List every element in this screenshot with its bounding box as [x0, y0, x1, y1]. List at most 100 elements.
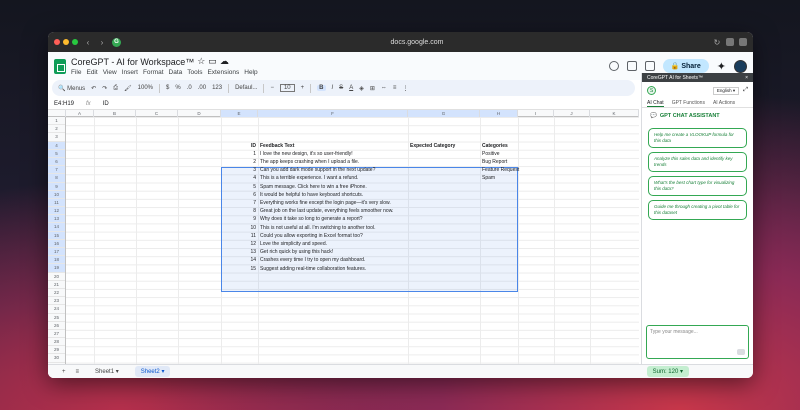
- id-cell[interactable]: 14: [220, 256, 256, 264]
- decrease-decimal-button[interactable]: .0: [187, 85, 192, 91]
- row-header[interactable]: 30: [48, 354, 65, 363]
- currency-button[interactable]: $: [166, 85, 169, 91]
- category-cell[interactable]: Spam: [482, 174, 526, 182]
- fill-color-icon[interactable]: ◈: [359, 85, 364, 92]
- menu-view[interactable]: View: [103, 69, 117, 76]
- row-header[interactable]: 8: [48, 174, 65, 183]
- row-header[interactable]: 7: [48, 166, 65, 175]
- feedback-cell[interactable]: Can you add dark mode support in the nex…: [260, 166, 406, 174]
- expand-icon[interactable]: ⤢: [743, 87, 748, 94]
- row-header[interactable]: 15: [48, 231, 65, 240]
- paint-format-icon[interactable]: 🖌: [124, 85, 132, 92]
- id-cell[interactable]: 13: [220, 248, 256, 256]
- formula-input[interactable]: ID: [103, 101, 109, 107]
- zoom-select[interactable]: 100%: [138, 85, 153, 91]
- menu-help[interactable]: Help: [244, 69, 257, 76]
- menu-extensions[interactable]: Extensions: [207, 69, 239, 76]
- feedback-cell[interactable]: The app keeps crashing when I upload a f…: [260, 158, 406, 166]
- undo-icon[interactable]: ↶: [91, 85, 96, 92]
- maximize-window-button[interactable]: [72, 39, 78, 45]
- row-header[interactable]: 16: [48, 239, 65, 248]
- tab-sheet2[interactable]: Sheet2 ▾: [134, 366, 171, 377]
- font-size-increase[interactable]: +: [301, 85, 305, 91]
- suggestion-sales-trends[interactable]: Analyze this sales data and identify key…: [648, 152, 747, 172]
- number-format-button[interactable]: 123: [212, 85, 222, 91]
- row-header[interactable]: 28: [48, 338, 65, 347]
- row-header[interactable]: 14: [48, 223, 65, 232]
- category-cell[interactable]: Positive: [482, 150, 526, 158]
- column-header-k[interactable]: K: [590, 110, 639, 117]
- avatar[interactable]: [734, 59, 747, 73]
- feedback-cell[interactable]: This is a terrible experience. I want a …: [260, 174, 406, 182]
- feedback-cell[interactable]: Suggest adding real-time collaboration f…: [260, 265, 406, 273]
- suggestion-chart-type[interactable]: What's the best chart type for visualizi…: [648, 176, 747, 196]
- row-header[interactable]: 21: [48, 281, 65, 289]
- row-header[interactable]: 17: [48, 248, 65, 257]
- id-cell[interactable]: 11: [220, 232, 256, 240]
- increase-decimal-button[interactable]: .00: [198, 85, 206, 91]
- font-size-input[interactable]: 10: [279, 84, 295, 92]
- more-icon[interactable]: ⋮: [402, 85, 408, 92]
- language-select[interactable]: English ▾: [712, 86, 740, 95]
- borders-icon[interactable]: ⊞: [370, 85, 375, 92]
- feedback-cell[interactable]: Great job on the last update, everything…: [260, 207, 406, 215]
- tab-ai-actions[interactable]: AI Actions: [713, 100, 735, 106]
- id-cell[interactable]: 4: [220, 174, 256, 182]
- id-cell[interactable]: 12: [220, 240, 256, 248]
- row-header[interactable]: 9: [48, 182, 65, 191]
- url-bar[interactable]: docs.google.com: [127, 39, 707, 46]
- sheets-logo-icon[interactable]: [54, 58, 66, 74]
- feedback-cell[interactable]: I love the new design, it's so user-frie…: [260, 150, 406, 158]
- percent-button[interactable]: %: [175, 85, 180, 91]
- align-icon[interactable]: ≡: [393, 85, 397, 91]
- row-header[interactable]: 26: [48, 322, 65, 330]
- row-header[interactable]: 11: [48, 198, 65, 208]
- category-cell[interactable]: Feature Request: [482, 166, 526, 174]
- row-header[interactable]: 19: [48, 264, 65, 273]
- share-button[interactable]: 🔒 Share: [662, 59, 709, 73]
- header-expected-category[interactable]: Expected Category: [410, 142, 480, 150]
- menu-insert[interactable]: Insert: [122, 69, 138, 76]
- feedback-cell[interactable]: Could you allow exporting in Excel forma…: [260, 232, 406, 240]
- column-header-f[interactable]: F: [258, 110, 408, 117]
- feedback-cell[interactable]: Get rich quick by using this hack!: [260, 248, 406, 256]
- column-header-c[interactable]: C: [136, 110, 178, 117]
- row-header[interactable]: 29: [48, 346, 65, 355]
- row-header[interactable]: 20: [48, 273, 65, 281]
- back-icon[interactable]: ‹: [84, 38, 92, 47]
- star-icon[interactable]: ☆: [197, 56, 205, 67]
- row-header[interactable]: 22: [48, 289, 65, 298]
- sum-badge[interactable]: Sum: 120 ▾: [646, 366, 689, 377]
- row-header[interactable]: 25: [48, 314, 65, 322]
- text-color-button[interactable]: A: [349, 85, 353, 91]
- feedback-cell[interactable]: This is not useful at all. I'm switching…: [260, 224, 406, 232]
- row-header[interactable]: 4: [48, 141, 65, 150]
- name-box[interactable]: E4:H19: [54, 101, 74, 107]
- header-id[interactable]: ID: [220, 142, 256, 150]
- row-header[interactable]: 1: [48, 117, 65, 126]
- menu-file[interactable]: File: [71, 69, 81, 76]
- select-all-corner[interactable]: [48, 110, 66, 117]
- suggestion-vlookup[interactable]: Help me create a VLOOKUP formula for thi…: [648, 128, 747, 148]
- strikethrough-button[interactable]: S: [339, 85, 343, 91]
- suggestion-pivot-table[interactable]: Guide me through creating a pivot table …: [648, 200, 747, 220]
- italic-button[interactable]: I: [332, 85, 334, 91]
- document-title[interactable]: CoreGPT - AI for Workspace™: [71, 57, 194, 67]
- reload-icon[interactable]: ↻: [713, 38, 721, 47]
- redo-icon[interactable]: ↷: [102, 85, 107, 92]
- tab-gpt-functions[interactable]: GPT Functions: [672, 100, 705, 106]
- browser-menu-icon[interactable]: [739, 38, 747, 46]
- column-header-h[interactable]: H: [480, 110, 518, 117]
- font-select[interactable]: Defaul...: [235, 85, 257, 91]
- row-header[interactable]: 24: [48, 305, 65, 314]
- row-header[interactable]: 3: [48, 133, 65, 142]
- spreadsheet-grid[interactable]: A B C D E F G H I J K 1 2 3 4 5 6 7 8 9 10 11 12 13 1…: [48, 110, 639, 378]
- header-categories[interactable]: Categories: [482, 142, 526, 150]
- menu-edit[interactable]: Edit: [86, 69, 97, 76]
- move-folder-icon[interactable]: ▭: [208, 56, 217, 67]
- extension-puzzle-icon[interactable]: [726, 38, 734, 46]
- bold-button[interactable]: B: [317, 85, 326, 91]
- id-cell[interactable]: 3: [220, 166, 256, 174]
- row-header[interactable]: 5: [48, 149, 65, 158]
- id-cell[interactable]: 7: [220, 199, 256, 207]
